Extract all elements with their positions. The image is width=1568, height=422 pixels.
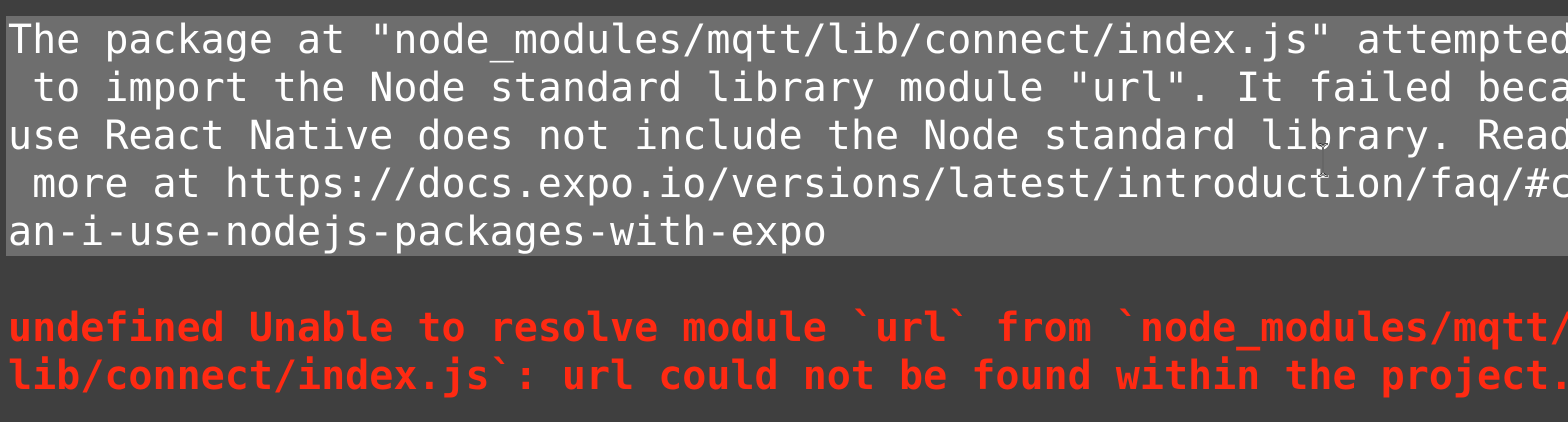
error-line-1[interactable]: undefined Unable to resolve module `url`…	[8, 304, 1568, 352]
warning-line-4[interactable]: more at https://docs.expo.io/versions/la…	[8, 160, 1568, 208]
text-cursor-icon	[1317, 143, 1329, 177]
warning-line-3[interactable]: use React Native does not include the No…	[8, 112, 1568, 160]
warning-line-2[interactable]: to import the Node standard library modu…	[8, 64, 1568, 112]
warning-line-1[interactable]: The package at "node_modules/mqtt/lib/co…	[8, 16, 1568, 64]
terminal-output[interactable]: The package at "node_modules/mqtt/lib/co…	[0, 0, 1568, 422]
error-line-2[interactable]: lib/connect/index.js`: url could not be …	[8, 352, 1568, 400]
warning-line-5[interactable]: an-i-use-nodejs-packages-with-expo	[8, 208, 827, 256]
